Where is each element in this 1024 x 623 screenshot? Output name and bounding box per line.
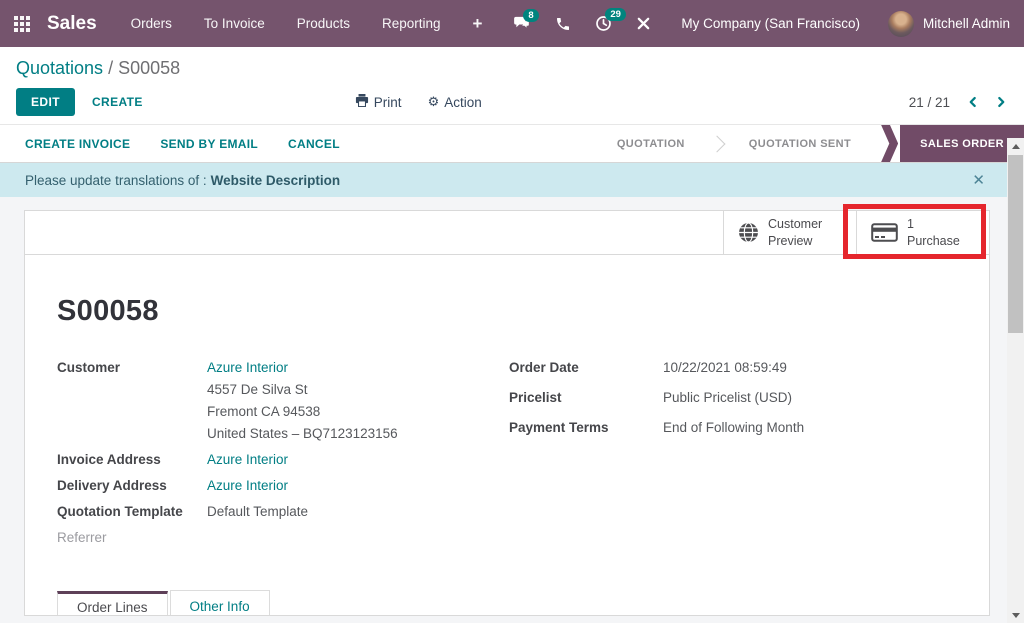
- right-field-column: Order Date 10/22/2021 08:59:49 Pricelist…: [509, 360, 961, 556]
- company-switcher[interactable]: My Company (San Francisco): [681, 16, 860, 31]
- pager-value: 21 / 21: [909, 95, 950, 110]
- control-panel: Quotations / S00058 EDIT CREATE Print: [0, 47, 1024, 124]
- edit-button[interactable]: EDIT: [16, 88, 75, 116]
- apps-grid-icon[interactable]: [14, 16, 30, 32]
- scroll-down-icon[interactable]: [1007, 607, 1024, 623]
- create-invoice-button[interactable]: CREATE INVOICE: [25, 137, 130, 151]
- form-sheet: S00058 Customer Azure Interior 4557 De S…: [24, 255, 990, 616]
- breadcrumb-current: / S00058: [103, 58, 180, 78]
- payment-terms-value: End of Following Month: [663, 420, 804, 435]
- banner-close-icon[interactable]: ✕: [972, 171, 985, 189]
- print-button[interactable]: Print: [355, 94, 402, 110]
- messages-badge: 8: [523, 9, 538, 22]
- odoo-sales-order-page: Sales Orders To Invoice Products Reporti…: [0, 0, 1024, 623]
- vertical-scrollbar[interactable]: [1007, 138, 1024, 623]
- credit-card-icon: [871, 223, 898, 242]
- menu-reporting[interactable]: Reporting: [382, 16, 441, 31]
- globe-icon: [738, 222, 759, 243]
- send-by-email-button[interactable]: SEND BY EMAIL: [160, 137, 258, 151]
- menu-orders[interactable]: Orders: [131, 16, 172, 31]
- pricelist-value: Public Pricelist (USD): [663, 390, 792, 405]
- cancel-button[interactable]: CANCEL: [288, 137, 340, 151]
- customer-address-city: Fremont CA 94538: [207, 404, 398, 419]
- tools-icon[interactable]: [636, 16, 651, 31]
- field-payment-terms: Payment Terms End of Following Month: [509, 420, 961, 435]
- field-order-date: Order Date 10/22/2021 08:59:49: [509, 360, 961, 375]
- banner-highlight: Website Description: [211, 173, 341, 188]
- purchase-smart-button[interactable]: 1 Purchase: [856, 211, 989, 254]
- customer-address-street: 4557 De Silva St: [207, 382, 398, 397]
- stage-quotation-sent[interactable]: QUOTATION SENT: [725, 125, 875, 162]
- delivery-address-link[interactable]: Azure Interior: [207, 478, 288, 493]
- form-card: Customer Preview 1: [24, 210, 990, 616]
- main-content: Customer Preview 1: [0, 197, 1024, 618]
- action-button[interactable]: ⚙ Action: [428, 94, 482, 110]
- banner-text: Please update translations of :: [25, 173, 207, 188]
- field-delivery-address: Delivery Address Azure Interior: [57, 478, 509, 493]
- notebook-tabs: Order Lines Other Info: [57, 590, 961, 616]
- invoice-address-link[interactable]: Azure Interior: [207, 452, 288, 467]
- top-navbar: Sales Orders To Invoice Products Reporti…: [0, 0, 1024, 47]
- messages-icon[interactable]: 8: [513, 16, 531, 31]
- left-field-column: Customer Azure Interior 4557 De Silva St…: [57, 360, 509, 556]
- tab-other-info[interactable]: Other Info: [170, 590, 270, 616]
- field-customer: Customer Azure Interior 4557 De Silva St…: [57, 360, 509, 441]
- purchase-count: 1: [907, 216, 960, 232]
- purchase-label: Purchase: [907, 233, 960, 249]
- customer-link[interactable]: Azure Interior: [207, 360, 288, 375]
- field-quotation-template: Quotation Template Default Template: [57, 504, 509, 519]
- quotation-template-value: Default Template: [207, 504, 308, 519]
- tab-order-lines[interactable]: Order Lines: [57, 591, 168, 616]
- menu-products[interactable]: Products: [297, 16, 350, 31]
- activities-clock-icon[interactable]: 29: [595, 15, 612, 32]
- stage-separator-icon: [709, 125, 725, 162]
- user-name[interactable]: Mitchell Admin: [923, 16, 1010, 31]
- app-name[interactable]: Sales: [47, 13, 97, 35]
- stage-sales-order[interactable]: SALES ORDER: [900, 125, 1024, 162]
- breadcrumb: Quotations / S00058: [16, 58, 1008, 79]
- smart-button-bar: Customer Preview 1: [24, 210, 990, 255]
- stage-arrow-icon: [881, 125, 898, 162]
- stage-quotation[interactable]: QUOTATION: [593, 125, 709, 162]
- statusbar: CREATE INVOICE SEND BY EMAIL CANCEL QUOT…: [0, 124, 1024, 163]
- scrollbar-thumb[interactable]: [1008, 155, 1023, 333]
- breadcrumb-quotations[interactable]: Quotations: [16, 58, 103, 78]
- create-button[interactable]: CREATE: [92, 95, 143, 109]
- field-pricelist: Pricelist Public Pricelist (USD): [509, 390, 961, 405]
- scroll-up-icon[interactable]: [1007, 138, 1024, 154]
- customer-preview-line2: Preview: [768, 233, 822, 249]
- order-title: S00058: [57, 295, 961, 328]
- customer-preview-button[interactable]: Customer Preview: [723, 211, 856, 254]
- phone-icon[interactable]: [555, 16, 571, 32]
- field-invoice-address: Invoice Address Azure Interior: [57, 452, 509, 467]
- pager-previous-icon[interactable]: [966, 95, 979, 109]
- gear-icon: ⚙: [428, 94, 440, 110]
- pager-next-icon[interactable]: [995, 95, 1008, 109]
- translation-banner: Please update translations of : Website …: [0, 163, 1024, 197]
- activities-badge: 29: [605, 8, 626, 21]
- order-date-value: 10/22/2021 08:59:49: [663, 360, 787, 375]
- menu-to-invoice[interactable]: To Invoice: [204, 16, 265, 31]
- printer-icon: [355, 94, 369, 110]
- field-referrer: Referrer: [57, 530, 509, 545]
- customer-address-country: United States – BQ7123123156: [207, 426, 398, 441]
- customer-preview-line1: Customer: [768, 216, 822, 232]
- user-avatar[interactable]: [888, 11, 914, 37]
- plus-icon[interactable]: +: [473, 14, 483, 34]
